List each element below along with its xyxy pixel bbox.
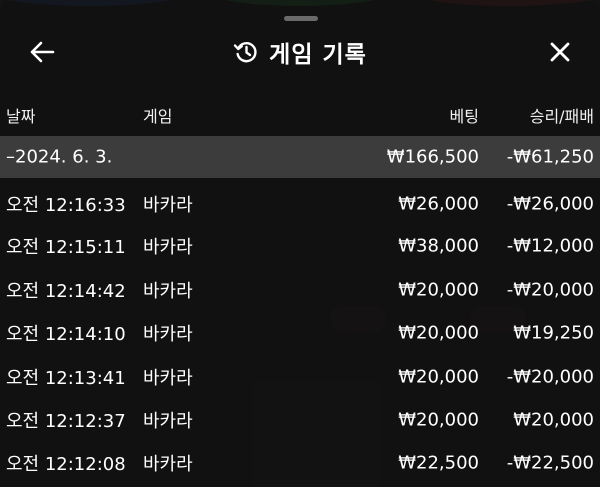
- row-bet: ₩20,000: [398, 279, 479, 301]
- row-time: 오전 12:14:42: [6, 281, 126, 302]
- row-game: 바카라: [143, 195, 193, 216]
- row-result: -₩20,000: [506, 366, 594, 388]
- sheet-header: 게임 기록: [0, 28, 600, 76]
- row-bet: ₩20,000: [398, 409, 479, 431]
- row-game: 바카라: [143, 454, 193, 475]
- page-title: 게임 기록: [269, 42, 367, 68]
- date-summary-row[interactable]: –2024. 6. 3. ₩166,500 -₩61,250: [0, 136, 600, 178]
- row-time: 오전 12:16:33: [6, 195, 126, 216]
- summary-bet: ₩166,500: [386, 146, 479, 168]
- column-game: 게임: [143, 107, 173, 126]
- title-group: 게임 기록: [0, 28, 600, 76]
- close-icon: [550, 42, 570, 62]
- row-bet: ₩26,000: [398, 193, 479, 215]
- row-result: ₩19,250: [513, 322, 594, 344]
- row-time: 오전 12:12:08: [6, 454, 126, 475]
- row-result: -₩22,500: [506, 452, 594, 474]
- summary-date: –2024. 6. 3.: [6, 146, 113, 168]
- column-result: 승리/패배: [529, 107, 594, 126]
- column-bet: 베팅: [449, 107, 479, 126]
- table-row[interactable]: 오전 12:12:08 바카라 ₩22,500 -₩22,500: [0, 445, 600, 481]
- row-bet: ₩22,500: [398, 452, 479, 474]
- row-game: 바카라: [143, 411, 193, 432]
- column-date: 날짜: [6, 107, 36, 126]
- row-game: 바카라: [143, 324, 193, 345]
- table-row[interactable]: 오전 12:14:10 바카라 ₩20,000 ₩19,250: [0, 315, 600, 351]
- history-icon: [233, 42, 257, 63]
- row-bet: ₩38,000: [398, 235, 479, 257]
- table-row[interactable]: 오전 12:14:42 바카라 ₩20,000 -₩20,000: [0, 272, 600, 308]
- row-game: 바카라: [143, 237, 193, 258]
- row-time: 오전 12:14:10: [6, 324, 126, 345]
- row-result: -₩26,000: [506, 193, 594, 215]
- table-row[interactable]: 오전 12:13:41 바카라 ₩20,000 -₩20,000: [0, 359, 600, 395]
- row-result: -₩12,000: [506, 235, 594, 257]
- table-row[interactable]: 오전 12:15:11 바카라 ₩38,000 -₩12,000: [0, 228, 600, 264]
- row-result: ₩20,000: [513, 409, 594, 431]
- row-game: 바카라: [143, 281, 193, 302]
- row-bet: ₩20,000: [398, 322, 479, 344]
- table-row[interactable]: 오전 12:12:37 바카라 ₩20,000 ₩20,000: [0, 402, 600, 438]
- close-button[interactable]: [542, 34, 578, 70]
- row-bet: ₩20,000: [398, 366, 479, 388]
- row-result: -₩20,000: [506, 279, 594, 301]
- game-history-sheet: 게임 기록 날짜 게임 베팅 승리/패배 –2024. 6. 3. ₩166,5…: [0, 0, 600, 487]
- sheet-grabber[interactable]: [284, 16, 318, 21]
- table-header: 날짜 게임 베팅 승리/패배: [0, 100, 600, 130]
- row-time: 오전 12:12:37: [6, 411, 126, 432]
- row-game: 바카라: [143, 368, 193, 389]
- row-time: 오전 12:15:11: [6, 237, 126, 258]
- summary-result: -₩61,250: [506, 146, 594, 168]
- table-row[interactable]: 오전 12:16:33 바카라 ₩26,000 -₩26,000: [0, 186, 600, 222]
- row-time: 오전 12:13:41: [6, 368, 126, 389]
